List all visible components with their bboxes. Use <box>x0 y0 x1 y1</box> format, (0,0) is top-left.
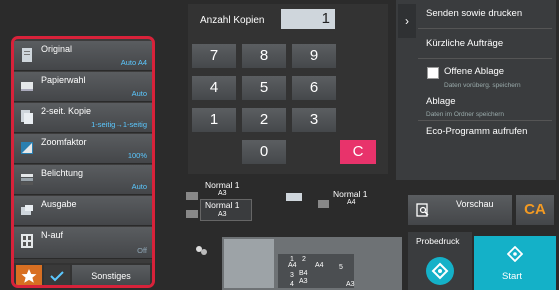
tray1-label: Normal 1 <box>205 180 240 190</box>
preview-label: Vorschau <box>456 199 494 209</box>
copies-input[interactable]: 1 <box>281 9 335 29</box>
clear-all-button[interactable]: CA <box>516 195 554 225</box>
original-icon <box>22 48 32 62</box>
tab-check[interactable] <box>44 265 70 285</box>
output-tray-size: A4 <box>347 199 356 206</box>
setting-paper-select[interactable]: Papierwahl Auto <box>14 72 152 102</box>
divider <box>418 28 552 29</box>
finisher-unit <box>224 239 274 288</box>
star-icon <box>21 269 37 283</box>
settings-panel: Original Auto A4 Papierwahl Auto 2-seit.… <box>11 36 155 288</box>
paper-select-icon <box>21 82 33 91</box>
setting-duplex[interactable]: 2-seit. Kopie 1-seitig→1-seitig <box>14 103 152 133</box>
divider <box>418 58 552 59</box>
tray2-size: A3 <box>218 211 227 218</box>
bottom-tabs: Sonstiges <box>14 263 152 285</box>
test-print-label: Probedruck <box>416 236 460 246</box>
cassette-3-num: 3 <box>290 272 294 279</box>
cassette-3-size: B4 <box>299 270 308 277</box>
start-icon <box>507 246 523 262</box>
setting-label: Ausgabe <box>41 199 77 209</box>
open-filing-checkbox[interactable] <box>427 67 439 79</box>
setting-value: Auto A4 <box>120 58 147 67</box>
key-4[interactable]: 4 <box>192 76 236 100</box>
zoom-icon <box>21 142 33 154</box>
start-label: Start <box>502 271 523 282</box>
send-and-print-item[interactable]: Senden sowie drucken <box>426 8 522 19</box>
n-up-icon <box>21 234 33 248</box>
preview-button[interactable]: Vorschau <box>408 195 512 225</box>
filing-sub: Daten im Ordner speichern <box>426 111 505 118</box>
setting-value: Auto <box>131 182 147 191</box>
chevron-right-icon[interactable]: › <box>398 4 416 38</box>
key-8[interactable]: 8 <box>242 44 286 68</box>
setting-value: Auto <box>131 89 147 98</box>
tab-favorites[interactable] <box>16 265 42 285</box>
preview-icon <box>416 203 429 217</box>
key-3[interactable]: 3 <box>292 108 336 132</box>
key-7[interactable]: 7 <box>192 44 236 68</box>
output-icon <box>21 205 33 215</box>
tab-other[interactable]: Sonstiges <box>72 265 150 285</box>
cassette-4-size: A3 <box>299 278 308 285</box>
tray1-size: A3 <box>218 190 227 197</box>
stapler-icon <box>196 246 207 255</box>
setting-value: 1-seitig→1-seitig <box>91 120 147 129</box>
check-icon <box>50 271 64 282</box>
tray2-label: Normal 1 <box>205 200 240 210</box>
setting-label: 2-seit. Kopie <box>41 106 92 116</box>
output-tray-icon <box>318 200 329 208</box>
key-5[interactable]: 5 <box>242 76 286 100</box>
duplex-icon <box>21 110 33 124</box>
output-tray-label: Normal 1 <box>333 189 368 199</box>
key-2[interactable]: 2 <box>242 108 286 132</box>
copies-label: Anzahl Kopien <box>200 15 265 26</box>
open-filing-item[interactable]: Offene Ablage <box>444 66 504 77</box>
cassette-5-size: A3 <box>346 281 355 288</box>
key-6[interactable]: 6 <box>292 76 336 100</box>
recent-jobs-item[interactable]: Kürzliche Aufträge <box>426 38 503 49</box>
open-filing-sub: Daten vorüberg. speichern <box>444 82 521 89</box>
setting-label: Papierwahl <box>41 75 86 85</box>
cassette-4-num: 4 <box>290 281 294 288</box>
setting-original[interactable]: Original Auto A4 <box>14 41 152 71</box>
eco-program-item[interactable]: Eco-Programm aufrufen <box>426 126 527 137</box>
setting-value: Off <box>137 246 147 255</box>
test-print-icon <box>426 257 454 285</box>
setting-value: 100% <box>127 151 147 160</box>
cassette-2-size: A4 <box>315 262 324 269</box>
exposure-icon <box>21 174 33 185</box>
tray1-icon <box>186 192 198 200</box>
setting-label: Original <box>41 44 73 54</box>
tray2-icon <box>186 210 198 218</box>
cassette-1-size: A4 <box>288 262 297 269</box>
key-0[interactable]: 0 <box>242 140 286 164</box>
setting-label: Belichtung <box>41 168 84 178</box>
test-print-button[interactable]: Probedruck <box>408 232 472 290</box>
key-1[interactable]: 1 <box>192 108 236 132</box>
setting-zoom[interactable]: Zoomfaktor 100% <box>14 134 152 164</box>
filing-item[interactable]: Ablage <box>426 96 456 107</box>
action-panel <box>396 0 556 180</box>
setting-exposure[interactable]: Belichtung Auto <box>14 165 152 195</box>
key-9[interactable]: 9 <box>292 44 336 68</box>
setting-label: N-auf <box>41 230 64 240</box>
setting-n-up[interactable]: N-auf Off <box>14 227 152 259</box>
scanner-icon <box>286 193 302 201</box>
clear-button[interactable]: C <box>340 140 376 164</box>
setting-output[interactable]: Ausgabe <box>14 196 152 226</box>
cassette-2-num: 2 <box>302 256 306 263</box>
divider <box>418 120 552 121</box>
start-button[interactable]: Start <box>474 236 556 290</box>
cassette-5-num: 5 <box>339 264 343 271</box>
setting-label: Zoomfaktor <box>41 137 87 147</box>
